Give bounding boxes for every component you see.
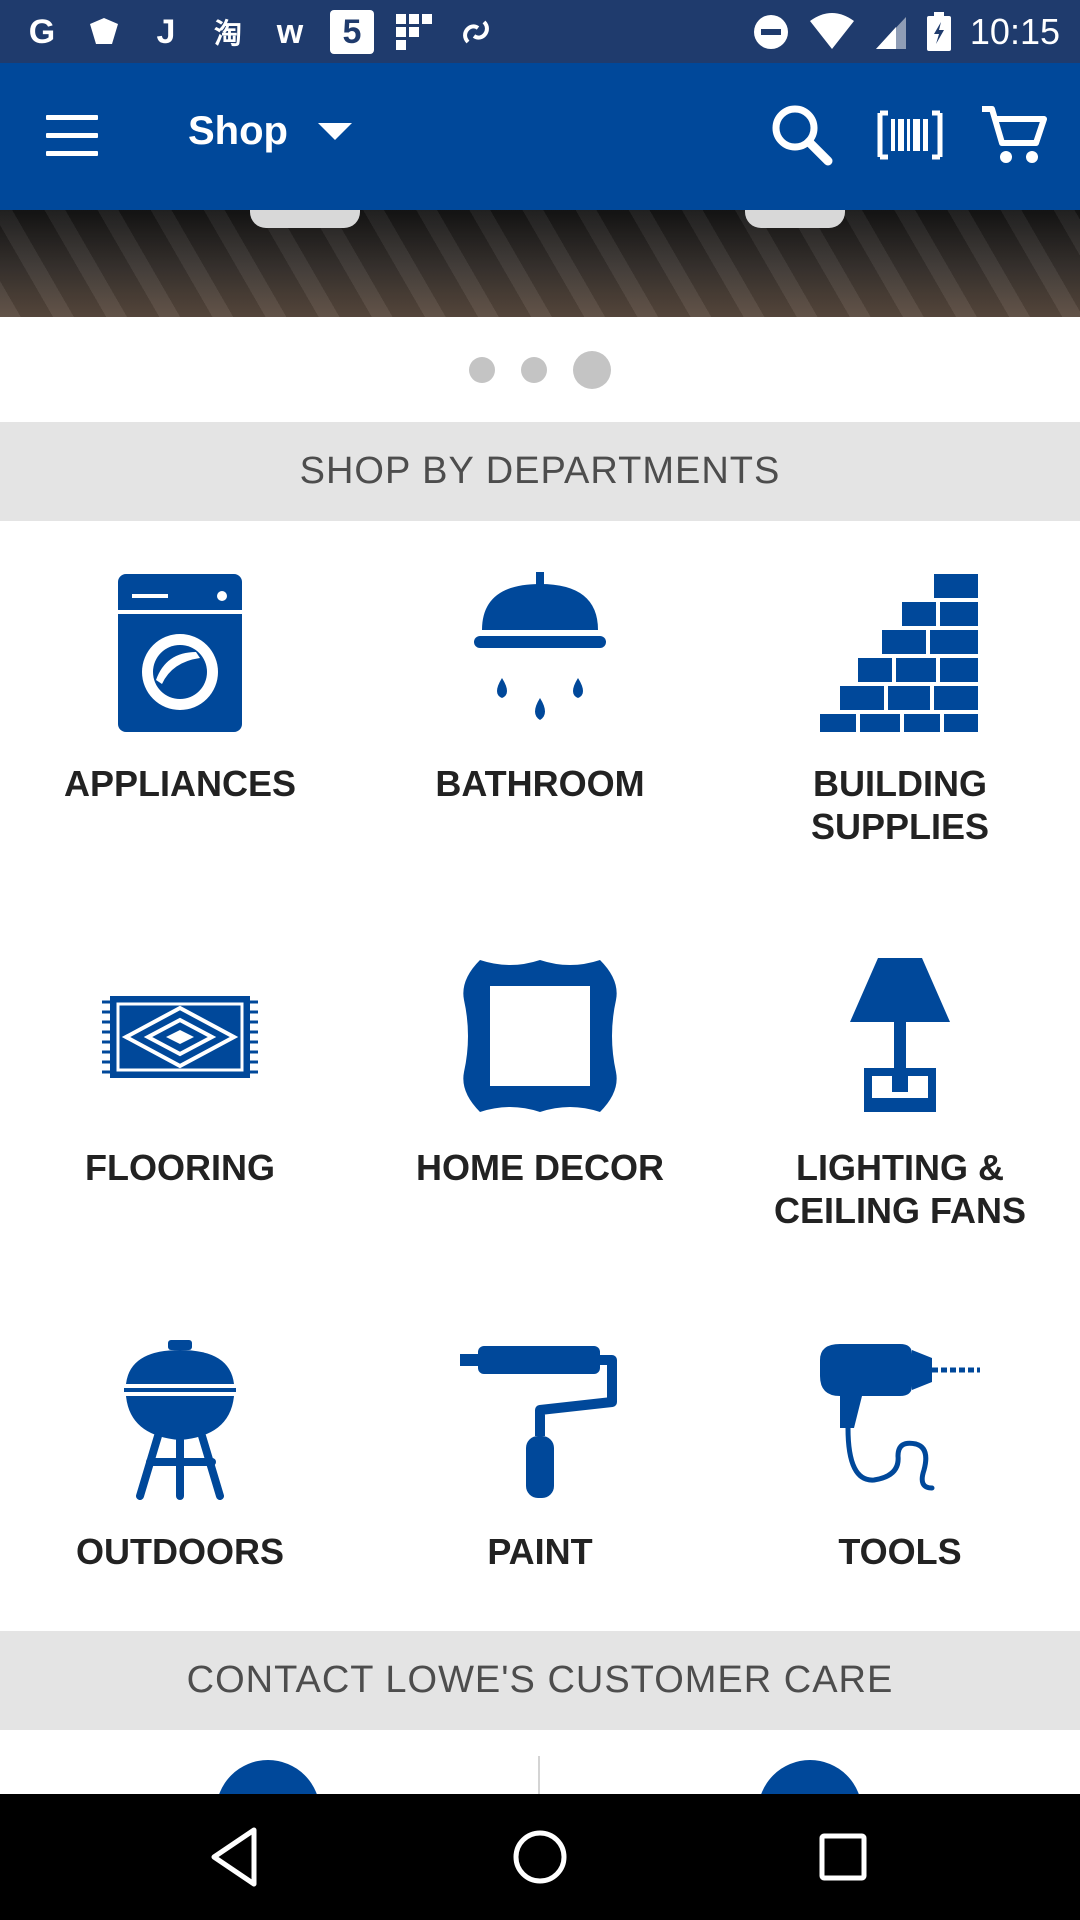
department-building-supplies[interactable]: BUILDING SUPPLIES [720,522,1080,906]
app-bar: Shop [0,63,1080,210]
carousel-dot[interactable] [469,357,495,383]
link-icon [454,10,498,54]
wifi-icon [809,13,854,49]
w-icon: w [276,12,304,51]
do-not-disturb-icon [753,15,788,49]
grill-icon [124,1340,236,1500]
frame-icon [463,960,617,1112]
department-label: FLOORING [85,1147,275,1188]
status-bar: G J 淘 w 5 10:15 [0,0,1080,63]
banner-image-detail [250,210,360,228]
shield-icon [82,10,126,54]
back-icon[interactable] [200,1822,270,1892]
department-label: OUTDOORS [75,1531,284,1572]
chat-button[interactable] [758,1760,862,1794]
drill-icon [820,1344,980,1491]
carousel-indicator [0,350,1080,390]
rug-icon [102,996,258,1078]
paint-roller-icon [460,1346,617,1498]
department-label: PAINT [487,1531,593,1572]
banner-image-detail [745,210,845,228]
shop-dropdown[interactable]: Shop [188,109,352,154]
menu-icon[interactable] [46,115,98,156]
call-button[interactable] [216,1760,320,1794]
bricks-icon [820,574,978,732]
notification-icons: G J 淘 w 5 [20,8,498,56]
department-home-decor[interactable]: HOME DECOR [360,906,720,1290]
contact-header: CONTACT LOWE'S CUSTOMER CARE [0,1631,1080,1730]
department-label: APPLIANCES [63,763,297,804]
barcode-icon[interactable] [874,99,946,171]
departments-header: SHOP BY DEPARTMENTS [0,422,1080,521]
carousel-dot-active[interactable] [573,351,611,389]
carousel-banner[interactable] [0,210,1080,317]
department-paint[interactable]: PAINT [360,1290,720,1674]
department-appliances[interactable]: APPLIANCES [0,522,360,906]
lamp-icon [850,958,950,1112]
search-icon[interactable] [766,99,838,171]
system-status: 10:15 [752,8,1060,56]
cell-signal-icon [875,17,906,49]
navigation-bar [0,1794,1080,1920]
department-lighting[interactable]: LIGHTING & CEILING FANS [720,906,1080,1290]
department-label: TOOLS [838,1531,962,1572]
cart-icon[interactable] [978,99,1050,171]
google-icon: G [28,12,56,51]
department-label: LIGHTING & CEILING FANS [773,1147,1027,1231]
battery-icon [926,12,951,51]
department-label: BATHROOM [435,763,645,804]
shop-title: Shop [188,109,288,153]
department-label: BUILDING SUPPLIES [810,763,990,847]
carousel-dot[interactable] [521,357,547,383]
department-flooring[interactable]: FLOORING [0,906,360,1290]
clock: 10:15 [969,11,1060,52]
divider [538,1756,540,1794]
home-icon[interactable] [505,1822,575,1892]
contact-options [0,1730,1080,1794]
department-label: HOME DECOR [415,1147,664,1188]
j-icon: J [156,12,176,51]
shower-icon [474,572,606,720]
department-tools[interactable]: TOOLS [720,1290,1080,1674]
chevron-down-icon [317,123,352,140]
five-icon: 5 [330,10,374,54]
department-bathroom[interactable]: BATHROOM [360,522,720,906]
department-outdoors[interactable]: OUTDOORS [0,1290,360,1674]
washer-icon [118,574,242,732]
grid-icon [392,10,436,54]
recents-icon[interactable] [808,1822,878,1892]
taobao-icon: 淘 [213,18,242,49]
